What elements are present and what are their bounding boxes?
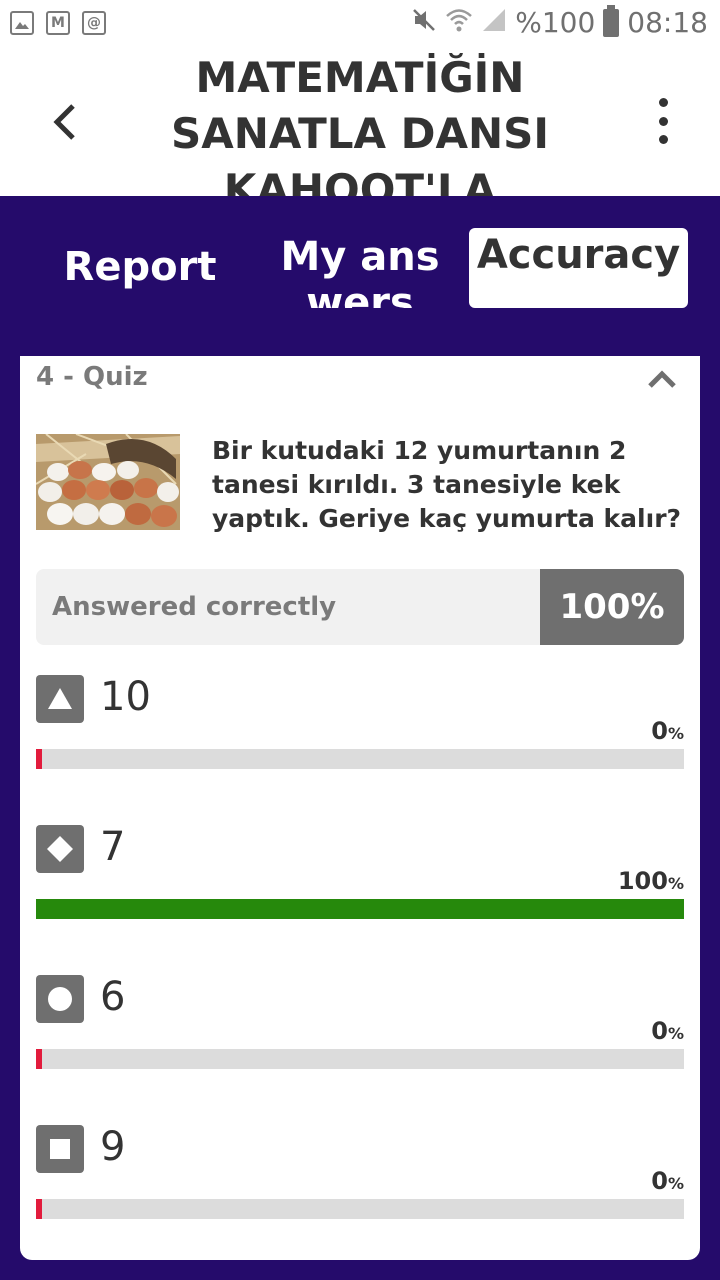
- tab-report[interactable]: Report: [40, 228, 240, 308]
- app-header: MATEMATİĞİN SANATLA DANSI KAHOOT'LA: [0, 48, 720, 196]
- notification-icons: M @: [10, 11, 106, 35]
- more-options-button[interactable]: [648, 98, 678, 144]
- system-icons: %100 08:18: [411, 4, 708, 39]
- question-text: Bir kutudaki 12 yumurtanın 2 tanesi kırı…: [212, 436, 682, 533]
- answer-bar: [36, 1199, 684, 1219]
- answer-text: 9: [100, 1124, 126, 1170]
- answer-bar: [36, 899, 684, 919]
- tab-label: My answers: [280, 234, 440, 308]
- question-header: 4 - Quiz: [36, 362, 148, 392]
- battery-percent: %100: [515, 6, 596, 39]
- summary-value: 100%: [540, 569, 684, 645]
- chevron-left-icon: [53, 104, 75, 140]
- at-icon: @: [82, 11, 106, 35]
- tab-label: Report: [63, 244, 217, 290]
- question-card: 4 - Quiz Bir kutudaki 12 yumurtanın 2 ta…: [20, 356, 700, 1260]
- eggs-photo: [36, 434, 180, 530]
- answer-option: 10 0%: [36, 674, 684, 775]
- wifi-icon: [445, 7, 473, 39]
- answer-bar: [36, 1049, 684, 1069]
- answer-option: 7 100%: [36, 824, 684, 925]
- answer-bar-fill: [36, 1199, 42, 1219]
- answer-bar-fill: [36, 1049, 42, 1069]
- answer-option: 6 0%: [36, 974, 684, 1075]
- answer-text: 6: [100, 974, 126, 1020]
- clock: 08:18: [627, 6, 708, 39]
- answer-option: 9 0%: [36, 1124, 684, 1225]
- answer-percent: 0%: [651, 1167, 684, 1195]
- back-button[interactable]: [40, 96, 88, 148]
- battery-icon: [603, 4, 620, 37]
- status-bar: M @ %100 08:18: [0, 0, 720, 48]
- tab-label: Accuracy: [476, 232, 681, 278]
- gmail-icon: M: [46, 11, 70, 35]
- answer-text: 10: [100, 674, 151, 720]
- summary-label: Answered correctly: [52, 592, 337, 622]
- chevron-up-icon: [648, 370, 676, 388]
- question-image: [36, 434, 180, 530]
- answer-bar: [36, 749, 684, 769]
- tab-my-answers[interactable]: My answers: [262, 228, 458, 308]
- answer-percent: 100%: [617, 867, 684, 895]
- tab-bar: Report My answers Accuracy: [0, 228, 720, 308]
- more-vertical-icon: [658, 98, 668, 107]
- diamond-icon: [36, 825, 84, 873]
- signal-icon: [481, 7, 507, 39]
- square-icon: [36, 1125, 84, 1173]
- mute-icon: [411, 7, 437, 39]
- triangle-icon: [36, 675, 84, 723]
- answered-correctly-summary: Answered correctly 100%: [36, 569, 684, 645]
- page-title: MATEMATİĞİN SANATLA DANSI KAHOOT'LA: [170, 53, 550, 196]
- answer-bar-fill: [36, 899, 684, 919]
- image-icon: [10, 11, 34, 35]
- tab-accuracy[interactable]: Accuracy: [469, 228, 688, 308]
- answer-bar-fill: [36, 749, 42, 769]
- collapse-button[interactable]: [644, 364, 680, 394]
- answer-percent: 0%: [651, 1017, 684, 1045]
- answer-text: 7: [100, 824, 126, 870]
- answer-percent: 0%: [651, 717, 684, 745]
- circle-icon: [36, 975, 84, 1023]
